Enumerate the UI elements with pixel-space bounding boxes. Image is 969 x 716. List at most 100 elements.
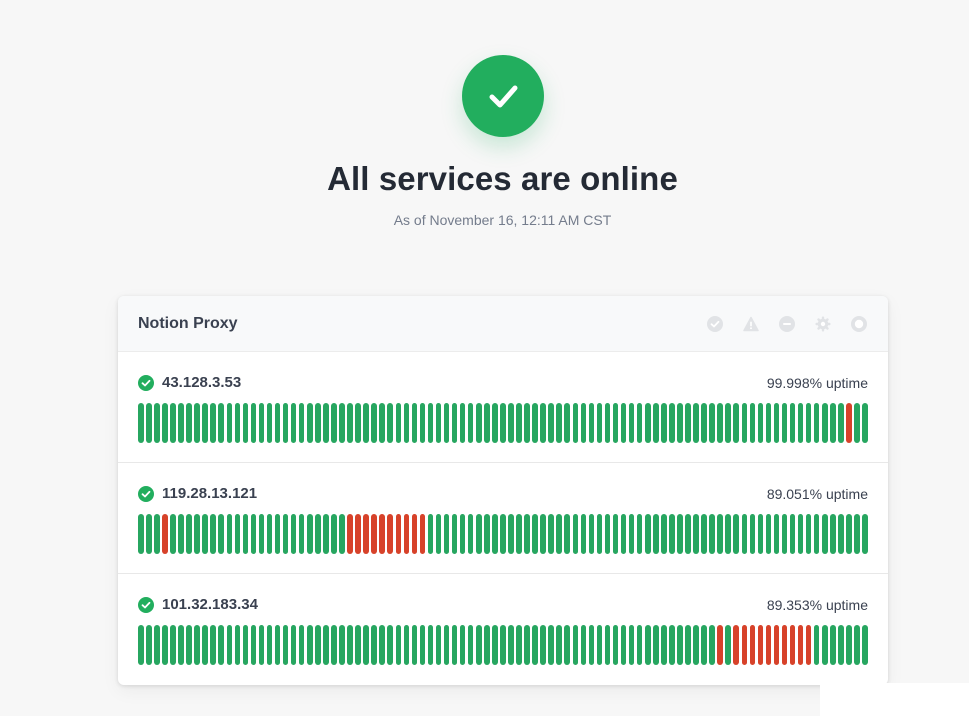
uptime-bar-up[interactable] xyxy=(202,625,208,665)
uptime-bar-up[interactable] xyxy=(524,625,530,665)
uptime-bar-down[interactable] xyxy=(717,625,723,665)
uptime-bar-up[interactable] xyxy=(628,403,635,443)
uptime-bar-up[interactable] xyxy=(363,403,369,443)
uptime-bar-up[interactable] xyxy=(854,625,860,665)
uptime-bar-up[interactable] xyxy=(290,403,297,443)
uptime-bar-up[interactable] xyxy=(757,514,764,554)
uptime-bar-down[interactable] xyxy=(773,625,780,665)
uptime-bar-up[interactable] xyxy=(162,403,168,443)
uptime-bar-up[interactable] xyxy=(813,403,820,443)
uptime-bar-up[interactable] xyxy=(347,403,353,443)
uptime-bar-up[interactable] xyxy=(604,514,611,554)
uptime-bar-up[interactable] xyxy=(733,514,740,554)
uptime-bar-up[interactable] xyxy=(701,514,707,554)
uptime-bar-up[interactable] xyxy=(789,403,796,443)
uptime-bar-up[interactable] xyxy=(604,403,611,443)
uptime-bar-up[interactable] xyxy=(459,514,466,554)
uptime-bar-up[interactable] xyxy=(202,514,208,554)
uptime-bar-up[interactable] xyxy=(838,625,844,665)
uptime-bar-up[interactable] xyxy=(154,403,160,443)
uptime-bar-up[interactable] xyxy=(274,514,281,554)
uptime-bar-up[interactable] xyxy=(355,625,361,665)
uptime-bar-up[interactable] xyxy=(830,625,836,665)
uptime-bar-up[interactable] xyxy=(419,625,426,665)
uptime-bar-up[interactable] xyxy=(218,514,225,554)
uptime-bar-up[interactable] xyxy=(411,625,418,665)
uptime-bar-up[interactable] xyxy=(556,514,562,554)
uptime-bar-down[interactable] xyxy=(363,514,369,554)
uptime-bar-up[interactable] xyxy=(306,625,313,665)
uptime-bar-down[interactable] xyxy=(395,514,402,554)
uptime-bar-down[interactable] xyxy=(846,403,852,443)
uptime-bar-up[interactable] xyxy=(580,625,587,665)
uptime-bar-up[interactable] xyxy=(379,403,385,443)
uptime-bar-up[interactable] xyxy=(484,625,490,665)
uptime-bar-up[interactable] xyxy=(653,514,659,554)
uptime-bar-up[interactable] xyxy=(516,514,522,554)
uptime-bar-up[interactable] xyxy=(524,403,530,443)
uptime-bar-up[interactable] xyxy=(306,403,313,443)
uptime-bar-up[interactable] xyxy=(387,625,393,665)
uptime-bar-up[interactable] xyxy=(339,625,345,665)
uptime-bar-up[interactable] xyxy=(459,625,466,665)
uptime-bar-up[interactable] xyxy=(194,625,200,665)
uptime-bar-up[interactable] xyxy=(258,625,265,665)
uptime-bar-up[interactable] xyxy=(379,625,385,665)
uptime-bar-down[interactable] xyxy=(355,514,361,554)
uptime-bar-up[interactable] xyxy=(540,625,546,665)
uptime-bar-up[interactable] xyxy=(653,625,659,665)
uptime-bar-down[interactable] xyxy=(797,625,804,665)
uptime-bar-up[interactable] xyxy=(620,514,627,554)
uptime-bar-up[interactable] xyxy=(210,625,216,665)
uptime-bar-up[interactable] xyxy=(564,403,571,443)
uptime-bar-up[interactable] xyxy=(644,403,651,443)
uptime-bar-up[interactable] xyxy=(661,403,667,443)
uptime-bar-down[interactable] xyxy=(789,625,796,665)
uptime-bar-up[interactable] xyxy=(266,625,273,665)
uptime-bar-up[interactable] xyxy=(282,514,289,554)
uptime-bar-up[interactable] xyxy=(693,514,699,554)
uptime-bar-up[interactable] xyxy=(170,625,176,665)
uptime-bar-down[interactable] xyxy=(347,514,353,554)
uptime-bar-up[interactable] xyxy=(210,403,216,443)
uptime-bar-up[interactable] xyxy=(508,403,514,443)
uptime-bar-up[interactable] xyxy=(516,625,522,665)
uptime-bar-up[interactable] xyxy=(492,625,498,665)
uptime-bar-up[interactable] xyxy=(862,403,868,443)
uptime-bar-up[interactable] xyxy=(290,514,297,554)
uptime-bar-up[interactable] xyxy=(733,403,740,443)
uptime-bar-up[interactable] xyxy=(564,514,571,554)
uptime-bar-up[interactable] xyxy=(475,403,482,443)
uptime-bar-up[interactable] xyxy=(282,625,289,665)
uptime-bar-up[interactable] xyxy=(685,403,691,443)
uptime-bar-up[interactable] xyxy=(282,403,289,443)
uptime-bar-down[interactable] xyxy=(733,625,740,665)
uptime-bar-up[interactable] xyxy=(274,403,281,443)
uptime-bar-up[interactable] xyxy=(677,625,683,665)
uptime-bar-up[interactable] xyxy=(234,403,241,443)
uptime-bar-up[interactable] xyxy=(218,625,225,665)
uptime-bar-down[interactable] xyxy=(749,625,756,665)
uptime-bar-up[interactable] xyxy=(226,403,233,443)
uptime-bar-up[interactable] xyxy=(532,403,538,443)
uptime-bar-up[interactable] xyxy=(612,403,619,443)
uptime-bar-up[interactable] xyxy=(371,403,377,443)
uptime-bar-up[interactable] xyxy=(154,625,160,665)
uptime-bar-up[interactable] xyxy=(242,625,249,665)
uptime-bar-up[interactable] xyxy=(138,625,144,665)
uptime-bar-up[interactable] xyxy=(331,625,337,665)
uptime-bar-up[interactable] xyxy=(138,403,144,443)
uptime-bar-up[interactable] xyxy=(323,625,329,665)
uptime-bar-up[interactable] xyxy=(419,403,426,443)
uptime-bar-up[interactable] xyxy=(596,403,603,443)
uptime-bar-up[interactable] xyxy=(138,514,144,554)
uptime-bar-up[interactable] xyxy=(661,514,667,554)
uptime-bar-up[interactable] xyxy=(813,625,820,665)
uptime-bar-up[interactable] xyxy=(435,514,442,554)
uptime-bar-down[interactable] xyxy=(741,625,748,665)
uptime-bar-up[interactable] xyxy=(757,403,764,443)
uptime-bar-up[interactable] xyxy=(363,625,369,665)
uptime-bar-up[interactable] xyxy=(749,514,756,554)
uptime-bar-up[interactable] xyxy=(693,625,699,665)
uptime-bar-up[interactable] xyxy=(846,514,852,554)
